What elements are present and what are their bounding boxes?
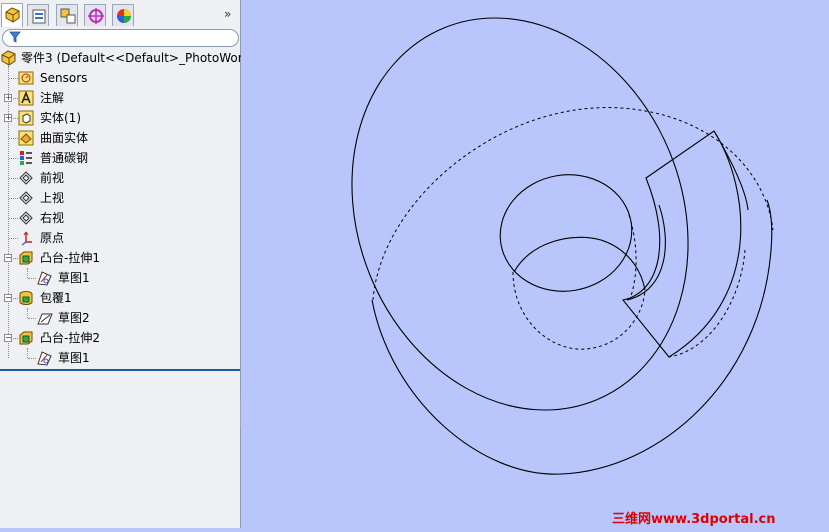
tree-item-label: 凸台-拉伸2 (40, 331, 100, 345)
collapse-toggle[interactable]: − (4, 254, 12, 262)
wrap-boss-outline (622, 130, 742, 358)
tree-item-label: 草图1 (58, 271, 90, 285)
rollback-bar[interactable] (0, 369, 240, 371)
dimxpert-manager-tab[interactable] (84, 4, 106, 26)
tree-item-annotations[interactable]: + 注解 (0, 88, 240, 108)
tree-item-label: Sensors (40, 71, 88, 85)
tree-item-right-plane[interactable]: 右视 (0, 208, 240, 228)
model-wireframe (351, 17, 774, 475)
tree-item-boss-extrude-1[interactable]: − 凸台-拉伸1 (0, 248, 240, 268)
expand-toggle[interactable]: + (4, 114, 12, 122)
hidden-boss-edge (628, 214, 637, 297)
tree-item-label: 右视 (40, 211, 65, 225)
filter-icon (9, 31, 21, 43)
collapse-toggle[interactable]: − (4, 294, 12, 302)
tree-root-part[interactable]: 零件3 (Default<<Default>_PhotoWorl (0, 48, 246, 68)
tree-item-material[interactable]: 普通碳钢 (0, 148, 240, 168)
tree-item-sketch-2[interactable]: 草图2 (0, 308, 240, 328)
hidden-rim-right-edge (668, 249, 746, 358)
tree-item-label: 实体(1) (40, 111, 81, 125)
sensors-icon (18, 71, 34, 85)
more-tabs-button[interactable]: » (224, 7, 231, 21)
tree-item-label: 前视 (40, 171, 65, 185)
property-manager-icon (32, 9, 46, 24)
solid-bodies-icon (18, 110, 34, 126)
tree-item-sensors[interactable]: Sensors (0, 68, 240, 88)
plane-icon (19, 211, 33, 225)
feature-manager-panel: » 零件3 (Default<<Default>_PhotoWorl Senso… (0, 0, 246, 528)
tree-item-label: 上视 (40, 191, 65, 205)
manager-tab-bar: » (0, 0, 240, 28)
outer-rim-top-edge (351, 17, 689, 411)
tree-item-label: 注解 (40, 91, 65, 105)
tree-item-label: 草图1 (58, 351, 90, 365)
tree-item-surface-bodies[interactable]: 曲面实体 (0, 128, 240, 148)
configuration-manager-tab[interactable] (56, 4, 78, 26)
tree-item-wrap-1[interactable]: − 包覆1 (0, 288, 240, 308)
sketch-icon (37, 351, 52, 366)
plane-icon (19, 171, 33, 185)
tree-filter-input[interactable] (2, 29, 239, 47)
hidden-inner-hole-edge (512, 271, 646, 350)
hidden-bottom-rim-edge (372, 107, 774, 301)
boss-extrude-icon (19, 331, 33, 345)
feature-tree-icon (5, 7, 20, 23)
tree-item-origin[interactable]: 原点 (0, 228, 240, 248)
expand-toggle[interactable]: + (4, 94, 12, 102)
inner-hole-bottom-edge (513, 236, 646, 291)
tree-item-sketch-1b[interactable]: 草图1 (0, 348, 240, 368)
tree-item-label: 凸台-拉伸1 (40, 251, 100, 265)
inner-hole-top-edge (499, 174, 633, 292)
feature-manager-tab[interactable] (1, 3, 23, 27)
plane-icon (19, 191, 33, 205)
color-wheel-icon (117, 9, 131, 23)
material-icon (20, 151, 32, 165)
tree-item-solid-bodies[interactable]: + 实体(1) (0, 108, 240, 128)
tree-item-top-plane[interactable]: 上视 (0, 188, 240, 208)
tree-item-sketch-1[interactable]: 草图1 (0, 268, 240, 288)
sketch-icon (37, 313, 53, 325)
tree-root-label: 零件3 (Default<<Default>_PhotoWorl (21, 51, 246, 65)
wrap-icon (19, 291, 33, 305)
tree-item-front-plane[interactable]: 前视 (0, 168, 240, 188)
graphics-viewport[interactable]: 三维网www.3dportal.cn (241, 0, 829, 528)
outer-rim-bottom-edge (371, 199, 773, 475)
tree-item-label: 包覆1 (40, 291, 72, 305)
configuration-manager-icon (60, 8, 76, 24)
property-manager-tab[interactable] (27, 4, 49, 26)
boss-extrude-icon (19, 251, 33, 265)
tree-item-label: 草图2 (58, 311, 90, 325)
crosshair-icon (88, 8, 104, 24)
annotations-icon (18, 90, 34, 106)
tree-item-label: 曲面实体 (40, 131, 89, 145)
collapse-toggle[interactable]: − (4, 334, 12, 342)
watermark-text: 三维网www.3dportal.cn (612, 512, 776, 527)
wrap-boss-side-edge (713, 130, 749, 211)
tree-item-boss-extrude-2[interactable]: − 凸台-拉伸2 (0, 328, 240, 348)
origin-icon (21, 231, 32, 246)
part-icon (1, 50, 16, 66)
sketch-icon (37, 271, 52, 286)
surface-bodies-icon (18, 130, 34, 146)
display-manager-tab[interactable] (112, 4, 134, 26)
tree-item-label: 原点 (40, 231, 65, 245)
tree-item-label: 普通碳钢 (40, 151, 89, 165)
